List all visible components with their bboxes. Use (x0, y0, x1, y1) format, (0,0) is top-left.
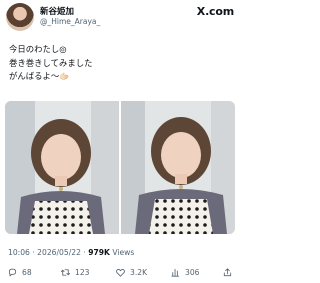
author-handle[interactable]: @_Hime_Araya_ (40, 17, 100, 26)
tweet-text-line: 今日のわたし◎ (9, 44, 67, 54)
heart-icon (116, 268, 125, 277)
author-display-name[interactable]: 新谷姫加 (40, 5, 74, 17)
share-button[interactable] (222, 264, 233, 280)
views-count: 979K (88, 248, 110, 257)
views-action-count: 306 (185, 267, 200, 277)
like-button[interactable]: 3.2K (115, 264, 147, 280)
tweet-media (5, 101, 235, 234)
tweet-date[interactable]: 2026/05/22 (37, 248, 81, 257)
tweet-header: 新谷姫加 @_Hime_Araya_ X.com (0, 0, 240, 36)
tweet-text-line: がんばるよ〜🫱🏻 (9, 71, 70, 81)
tweet-meta: 10:06 · 2026/05/22 · 979K Views (8, 248, 134, 257)
tweet-text: 今日のわたし◎ 巻き巻きしてみました がんばるよ〜🫱🏻 (9, 43, 233, 84)
tweet-text-line: 巻き巻きしてみました (9, 57, 93, 68)
share-icon (223, 267, 232, 276)
repost-count: 123 (75, 267, 90, 277)
bar-chart-icon (171, 268, 180, 277)
views-button[interactable]: 306 (170, 264, 200, 280)
repost-button[interactable]: 123 (60, 264, 90, 280)
photo-selfie-image (121, 101, 235, 234)
avatar[interactable] (6, 3, 34, 31)
tweet-photo-1[interactable] (5, 101, 119, 234)
tweet-photo-2[interactable] (121, 101, 235, 234)
tweet-time[interactable]: 10:06 (8, 248, 30, 257)
like-count: 3.2K (130, 267, 148, 277)
reply-icon (8, 268, 17, 276)
repost-icon (60, 268, 71, 276)
meta-separator: · (83, 248, 86, 257)
photo-selfie-image (5, 101, 119, 234)
reply-button[interactable]: 68 (7, 264, 32, 280)
action-bar: 68 123 3.2K 306 (0, 264, 240, 280)
meta-separator: · (32, 248, 35, 257)
views-label: Views (112, 248, 135, 257)
brand-logo: X.com (196, 5, 234, 18)
reply-count: 68 (22, 267, 32, 277)
